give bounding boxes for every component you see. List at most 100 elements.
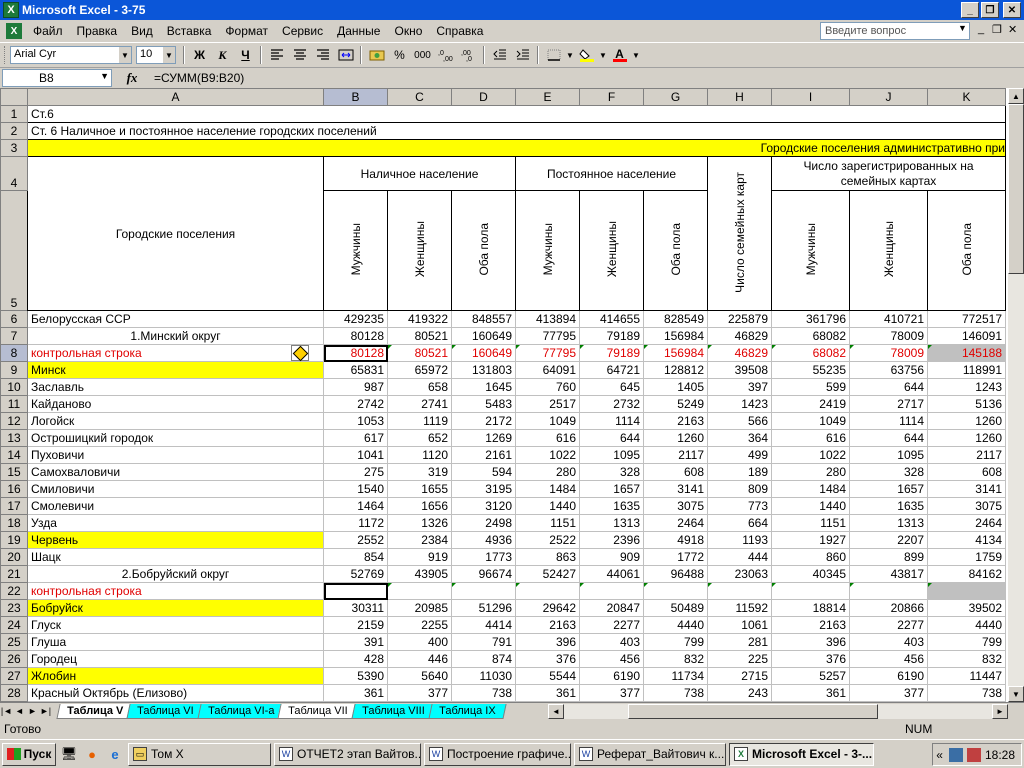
row-header[interactable]: 21 bbox=[0, 565, 28, 583]
value-cell[interactable]: 128812 bbox=[643, 361, 708, 379]
italic-button[interactable]: К bbox=[211, 45, 234, 65]
value-cell[interactable]: 1114 bbox=[849, 412, 928, 430]
value-cell[interactable]: 396 bbox=[515, 633, 580, 651]
settlement-name-cell[interactable]: Заславль bbox=[27, 378, 324, 396]
value-cell[interactable] bbox=[387, 582, 452, 600]
value-cell[interactable]: 3075 bbox=[927, 497, 1006, 515]
value-cell[interactable]: 1927 bbox=[771, 531, 850, 549]
value-cell[interactable]: 5136 bbox=[927, 395, 1006, 413]
value-cell[interactable]: 376 bbox=[515, 650, 580, 668]
value-cell[interactable]: 919 bbox=[387, 548, 452, 566]
value-cell[interactable]: 361 bbox=[515, 684, 580, 702]
value-cell[interactable]: 51296 bbox=[451, 599, 516, 617]
last-sheet-icon[interactable]: ►| bbox=[39, 706, 52, 716]
value-cell[interactable]: 80521 bbox=[387, 344, 452, 362]
value-cell[interactable]: 44061 bbox=[579, 565, 644, 583]
row-header[interactable]: 4 bbox=[0, 156, 28, 191]
value-cell[interactable]: 5390 bbox=[323, 667, 388, 685]
value-cell[interactable]: 403 bbox=[579, 633, 644, 651]
value-cell[interactable]: 832 bbox=[927, 650, 1006, 668]
row-header[interactable]: 20 bbox=[0, 548, 28, 566]
header-women[interactable]: Женщины bbox=[579, 190, 644, 311]
sheet-tab-table-vi[interactable]: Таблица VI bbox=[126, 703, 205, 719]
value-cell[interactable]: 52769 bbox=[323, 565, 388, 583]
value-cell[interactable]: 146091 bbox=[927, 327, 1006, 345]
workbook-restore-button[interactable]: ❐ bbox=[992, 23, 1002, 36]
header-men[interactable]: Мужчины bbox=[323, 190, 388, 311]
value-cell[interactable]: 1260 bbox=[927, 429, 1006, 447]
insert-function-icon[interactable]: fx bbox=[112, 70, 152, 86]
menu-data[interactable]: Данные bbox=[330, 24, 387, 38]
internet-explorer-icon[interactable]: e bbox=[105, 744, 125, 764]
header-nalich[interactable]: Наличное население bbox=[323, 156, 516, 191]
value-cell[interactable]: 1119 bbox=[387, 412, 452, 430]
sheet-tab-table-vii[interactable]: Таблица VII bbox=[277, 703, 359, 719]
value-cell[interactable]: 78009 bbox=[849, 327, 928, 345]
menu-insert[interactable]: Вставка bbox=[160, 24, 219, 38]
value-cell[interactable]: 281 bbox=[707, 633, 772, 651]
value-cell[interactable]: 1313 bbox=[579, 514, 644, 532]
restore-button[interactable]: ❐ bbox=[981, 2, 999, 18]
value-cell[interactable]: 1095 bbox=[849, 446, 928, 464]
row-header[interactable]: 13 bbox=[0, 429, 28, 447]
value-cell[interactable]: 2159 bbox=[323, 616, 388, 634]
chevron-down-icon[interactable]: ▼ bbox=[598, 45, 608, 65]
value-cell[interactable]: 617 bbox=[323, 429, 388, 447]
comma-style-button[interactable]: 000 bbox=[411, 45, 434, 65]
value-cell[interactable]: 2396 bbox=[579, 531, 644, 549]
value-cell[interactable]: 4918 bbox=[643, 531, 708, 549]
settlement-name-cell[interactable]: Червень bbox=[27, 531, 324, 549]
percent-style-button[interactable]: % bbox=[388, 45, 411, 65]
value-cell[interactable]: 1269 bbox=[451, 429, 516, 447]
value-cell[interactable]: 1022 bbox=[771, 446, 850, 464]
value-cell[interactable]: 2117 bbox=[643, 446, 708, 464]
row-header[interactable]: 5 bbox=[0, 190, 28, 311]
chevron-down-icon[interactable]: ▼ bbox=[565, 45, 575, 65]
value-cell[interactable]: 361 bbox=[771, 684, 850, 702]
excel-app-icon[interactable]: X bbox=[3, 2, 19, 18]
value-cell[interactable]: 3195 bbox=[451, 480, 516, 498]
value-cell[interactable]: 2384 bbox=[387, 531, 452, 549]
value-cell[interactable]: 644 bbox=[849, 429, 928, 447]
value-cell[interactable]: 189 bbox=[707, 463, 772, 481]
value-cell[interactable]: 899 bbox=[849, 548, 928, 566]
settlement-name-cell[interactable]: контрольная строка bbox=[27, 582, 324, 600]
value-cell[interactable]: 118991 bbox=[927, 361, 1006, 379]
chevron-down-icon[interactable]: ▼ bbox=[163, 47, 175, 63]
sheet-tab-table-vi-a[interactable]: Таблица VI-а bbox=[197, 703, 285, 719]
value-cell[interactable]: 1645 bbox=[451, 378, 516, 396]
horizontal-scrollbar[interactable]: ◄ ► bbox=[548, 704, 1008, 719]
menu-format[interactable]: Формат bbox=[218, 24, 275, 38]
value-cell[interactable]: 1041 bbox=[323, 446, 388, 464]
settlement-name-cell[interactable]: Смолевичи bbox=[27, 497, 324, 515]
value-cell[interactable]: 2742 bbox=[323, 395, 388, 413]
value-cell[interactable]: 1095 bbox=[579, 446, 644, 464]
vertical-scroll-thumb[interactable] bbox=[1008, 104, 1024, 274]
menu-view[interactable]: Вид bbox=[124, 24, 160, 38]
row-header[interactable]: 19 bbox=[0, 531, 28, 549]
value-cell[interactable]: 446 bbox=[387, 650, 452, 668]
value-cell[interactable]: 280 bbox=[771, 463, 850, 481]
value-cell[interactable]: 987 bbox=[323, 378, 388, 396]
value-cell[interactable]: 1655 bbox=[387, 480, 452, 498]
value-cell[interactable]: 68082 bbox=[771, 327, 850, 345]
row-header[interactable]: 8 bbox=[0, 344, 28, 362]
value-cell[interactable]: 3120 bbox=[451, 497, 516, 515]
row-header[interactable]: 3 bbox=[0, 139, 28, 157]
value-cell[interactable]: 243 bbox=[707, 684, 772, 702]
value-cell[interactable]: 2464 bbox=[643, 514, 708, 532]
value-cell[interactable]: 145188 bbox=[927, 344, 1006, 362]
settlement-name-cell[interactable]: Жлобин bbox=[27, 667, 324, 685]
settlement-name-cell[interactable]: Смиловичи bbox=[27, 480, 324, 498]
value-cell[interactable]: 39502 bbox=[927, 599, 1006, 617]
value-cell[interactable]: 1061 bbox=[707, 616, 772, 634]
value-cell[interactable]: 2163 bbox=[515, 616, 580, 634]
align-right-icon[interactable] bbox=[311, 45, 334, 65]
value-cell[interactable]: 1484 bbox=[771, 480, 850, 498]
value-cell[interactable]: 456 bbox=[849, 650, 928, 668]
value-cell[interactable]: 1151 bbox=[771, 514, 850, 532]
value-cell[interactable]: 799 bbox=[643, 633, 708, 651]
value-cell[interactable]: 909 bbox=[579, 548, 644, 566]
value-cell[interactable]: 131803 bbox=[451, 361, 516, 379]
value-cell[interactable]: 6190 bbox=[579, 667, 644, 685]
